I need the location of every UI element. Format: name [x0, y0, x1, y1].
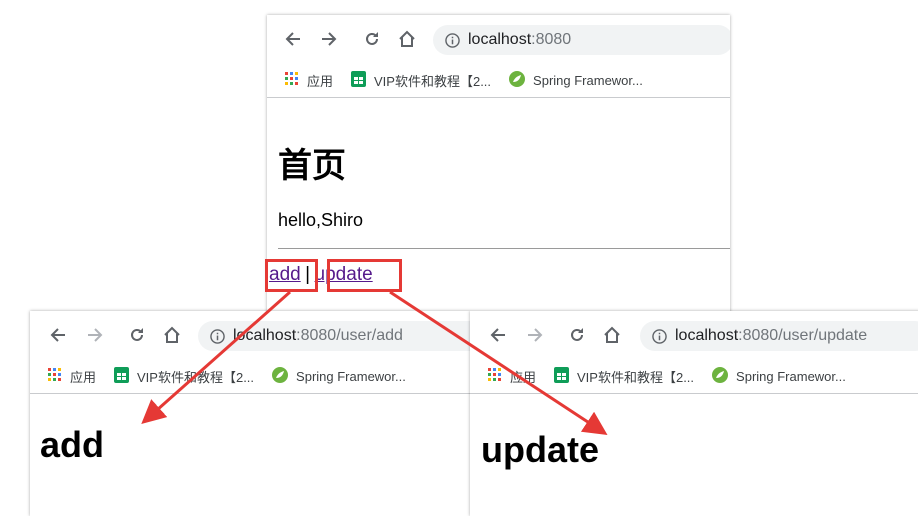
reload-icon[interactable]	[361, 28, 383, 50]
update-link-highlight	[327, 259, 402, 292]
bookmarks-bar: 应用 VIP软件和教程【2... Spring Framewor...	[30, 359, 470, 394]
update-browser-window: localhost:8080/user/update 应用 VIP软件和教程【2…	[470, 311, 918, 516]
bookmark-vip[interactable]: VIP软件和教程【2...	[351, 70, 492, 90]
bookmark-apps[interactable]: 应用	[48, 367, 96, 386]
reload-icon[interactable]	[566, 324, 588, 346]
bookmark-spring[interactable]: Spring Framewor...	[509, 70, 643, 90]
page-title: 首页	[278, 147, 346, 185]
bookmarks-bar: 应用 VIP软件和教程【2... Spring Framewor...	[267, 63, 730, 98]
url-host: localhost	[468, 31, 532, 48]
home-icon[interactable]	[601, 324, 623, 346]
toolbar: localhost:8080/user/update	[470, 311, 918, 359]
address-bar[interactable]: localhost:8080/user/add	[198, 321, 470, 351]
bookmark-label: Spring Framewor...	[736, 368, 846, 384]
forward-arrow-icon[interactable]	[318, 28, 340, 50]
sheets-icon	[351, 70, 367, 90]
bookmark-label: VIP软件和教程【2...	[137, 369, 255, 385]
info-icon[interactable]	[210, 328, 225, 344]
forward-arrow-icon[interactable]	[524, 324, 546, 346]
bookmark-label: 应用	[307, 73, 334, 89]
bookmarks-bar: 应用 VIP软件和教程【2... Spring Framewor...	[470, 359, 918, 394]
sheets-icon	[554, 366, 570, 386]
bookmark-label: Spring Framewor...	[296, 368, 406, 384]
home-icon[interactable]	[161, 324, 183, 346]
url-host: localhost	[233, 327, 297, 344]
bookmark-spring[interactable]: Spring Framewor...	[272, 366, 406, 386]
page-content: add	[30, 394, 470, 516]
url-path: :8080	[531, 31, 572, 48]
bookmark-apps[interactable]: 应用	[285, 71, 333, 90]
back-arrow-icon[interactable]	[282, 28, 304, 50]
url-path: :8080/user/add	[296, 327, 403, 344]
apps-grid-icon	[488, 367, 502, 385]
divider	[278, 248, 730, 249]
address-bar[interactable]: localhost:8080	[433, 25, 730, 55]
bookmark-label: VIP软件和教程【2...	[374, 73, 492, 89]
back-arrow-icon[interactable]	[487, 324, 509, 346]
bookmark-spring[interactable]: Spring Framewor...	[712, 366, 846, 386]
bookmark-label: Spring Framewor...	[533, 72, 643, 88]
spring-leaf-icon	[272, 366, 289, 386]
bookmark-label: 应用	[510, 369, 537, 385]
reload-icon[interactable]	[126, 324, 148, 346]
sheets-icon	[114, 366, 130, 386]
url-host: localhost	[675, 327, 739, 344]
add-browser-window: localhost:8080/user/add 应用 VIP软件和教程【2...	[30, 311, 470, 516]
greeting-text: hello,Shiro	[278, 210, 364, 230]
spring-leaf-icon	[712, 366, 729, 386]
address-bar[interactable]: localhost:8080/user/update	[640, 321, 918, 351]
bookmark-vip[interactable]: VIP软件和教程【2...	[554, 366, 695, 386]
spring-leaf-icon	[509, 70, 526, 90]
apps-grid-icon	[285, 71, 299, 89]
toolbar: localhost:8080	[267, 15, 730, 63]
info-icon[interactable]	[652, 328, 667, 344]
back-arrow-icon[interactable]	[47, 324, 69, 346]
url-path: :8080/user/update	[738, 327, 868, 344]
bookmark-apps[interactable]: 应用	[488, 367, 536, 386]
home-icon[interactable]	[396, 28, 418, 50]
bookmark-vip[interactable]: VIP软件和教程【2...	[114, 366, 255, 386]
bookmark-label: VIP软件和教程【2...	[577, 369, 695, 385]
apps-grid-icon	[48, 367, 62, 385]
page-title: update	[481, 429, 600, 470]
toolbar: localhost:8080/user/add	[30, 311, 470, 359]
add-link-highlight	[265, 259, 318, 292]
page-title: add	[40, 424, 105, 465]
info-icon[interactable]	[445, 32, 460, 48]
bookmark-label: 应用	[70, 369, 97, 385]
page-content: update	[470, 394, 918, 516]
forward-arrow-icon[interactable]	[84, 324, 106, 346]
